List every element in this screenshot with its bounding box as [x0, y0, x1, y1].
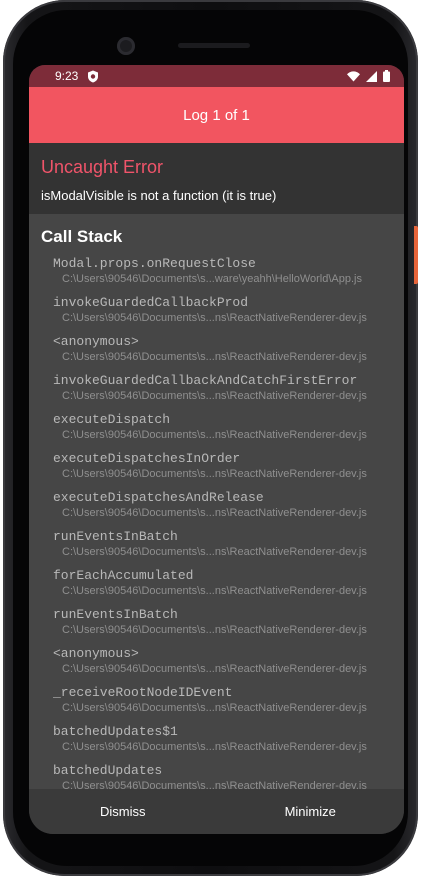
shield-icon: [87, 70, 99, 83]
stack-frame[interactable]: Modal.props.onRequestClose C:\Users\90546…: [29, 255, 404, 294]
stack-frame[interactable]: executeDispatchesAndRelease C:\Users\9054…: [29, 489, 404, 528]
call-stack-list: Modal.props.onRequestClose C:\Users\90546…: [29, 255, 404, 794]
status-time: 9:23: [55, 69, 79, 83]
power-button: [414, 226, 418, 284]
stack-frame-file-path: C:\Users\90546\Documents\s...ns\ReactNat…: [62, 312, 367, 324]
stack-frame-function: runEventsInBatch: [53, 529, 178, 544]
stack-frame-file-path: C:\Users\90546\Documents\s...ns\ReactNat…: [62, 507, 367, 519]
phone-frame: 9:23 Log 1 of 1 Uncaught Error isModalVi…: [3, 0, 418, 876]
stack-frame-file-path: C:\Users\90546\Documents\s...ns\ReactNat…: [62, 741, 367, 753]
stack-frame-function: Modal.props.onRequestClose: [53, 256, 256, 271]
stack-frame[interactable]: runEventsInBatch C:\Users\90546\Documents…: [29, 528, 404, 567]
earpiece-speaker: [178, 43, 250, 48]
footer-bar: Dismiss Minimize: [29, 789, 404, 834]
error-message: isModalVisible is not a function (it is …: [41, 188, 277, 203]
screen: 9:23 Log 1 of 1 Uncaught Error isModalVi…: [29, 65, 404, 834]
stack-frame[interactable]: forEachAccumulated C:\Users\90546\Documen…: [29, 567, 404, 606]
stack-frame-function: <anonymous>: [53, 646, 139, 661]
stack-frame-function: executeDispatchesInOrder: [53, 451, 241, 466]
stack-frame-file-path: C:\Users\90546\Documents\s...ns\ReactNat…: [62, 429, 367, 441]
stack-frame[interactable]: runEventsInBatch C:\Users\90546\Documents…: [29, 606, 404, 645]
stack-frame-function: invokeGuardedCallbackProd: [53, 295, 249, 310]
stack-frame-file-path: C:\Users\90546\Documents\s...ns\ReactNat…: [62, 663, 367, 675]
log-counter: Log 1 of 1: [183, 106, 250, 124]
stack-frame-file-path: C:\Users\90546\Documents\s...ware\yeahh\…: [62, 273, 362, 285]
stack-frame-function: forEachAccumulated: [53, 568, 194, 583]
stack-frame[interactable]: executeDispatch C:\Users\90546\Documents\…: [29, 411, 404, 450]
stack-frame-file-path: C:\Users\90546\Documents\s...ns\ReactNat…: [62, 702, 367, 714]
stack-frame-function: batchedUpdates: [53, 763, 163, 778]
stack-frame[interactable]: <anonymous> C:\Users\90546\Documents\s...…: [29, 333, 404, 372]
call-stack-panel[interactable]: Call Stack Modal.props.onRequestClose C:\…: [29, 214, 404, 794]
signal-icon: [366, 70, 377, 82]
stack-frame-function: invokeGuardedCallbackAndCatchFirstError: [53, 373, 358, 388]
stack-frame[interactable]: executeDispatchesInOrder C:\Users\90546\D…: [29, 450, 404, 489]
stack-frame-file-path: C:\Users\90546\Documents\s...ns\ReactNat…: [62, 468, 367, 480]
battery-icon: [383, 70, 390, 82]
stack-frame-function: batchedUpdates$1: [53, 724, 178, 739]
stack-frame[interactable]: invokeGuardedCallbackAndCatchFirstError C…: [29, 372, 404, 411]
stack-frame[interactable]: batchedUpdates$1 C:\Users\90546\Documents…: [29, 723, 404, 762]
log-header: Log 1 of 1: [29, 87, 404, 143]
stack-frame-function: executeDispatchesAndRelease: [53, 490, 264, 505]
stack-frame[interactable]: <anonymous> C:\Users\90546\Documents\s...…: [29, 645, 404, 684]
stack-frame[interactable]: _receiveRootNodeIDEvent C:\Users\90546\Do…: [29, 684, 404, 723]
wifi-icon: [347, 70, 360, 82]
stack-frame-file-path: C:\Users\90546\Documents\s...ns\ReactNat…: [62, 585, 367, 597]
stack-frame-function: runEventsInBatch: [53, 607, 178, 622]
stack-frame[interactable]: invokeGuardedCallbackProd C:\Users\90546\…: [29, 294, 404, 333]
error-summary: Uncaught Error isModalVisible is not a f…: [29, 143, 404, 214]
stack-frame-function: executeDispatch: [53, 412, 171, 427]
status-bar: 9:23: [29, 65, 404, 87]
stack-frame-file-path: C:\Users\90546\Documents\s...ns\ReactNat…: [62, 546, 367, 558]
call-stack-title: Call Stack: [41, 227, 123, 246]
stack-frame-function: <anonymous>: [53, 334, 139, 349]
front-camera: [117, 37, 135, 55]
stack-frame-function: _receiveRootNodeIDEvent: [53, 685, 233, 700]
stack-frame-file-path: C:\Users\90546\Documents\s...ns\ReactNat…: [62, 390, 367, 402]
stack-frame-file-path: C:\Users\90546\Documents\s...ns\ReactNat…: [62, 351, 367, 363]
minimize-button[interactable]: Minimize: [217, 804, 405, 819]
dismiss-button[interactable]: Dismiss: [29, 804, 217, 819]
error-title: Uncaught Error: [41, 157, 164, 177]
stack-frame-file-path: C:\Users\90546\Documents\s...ns\ReactNat…: [62, 624, 367, 636]
